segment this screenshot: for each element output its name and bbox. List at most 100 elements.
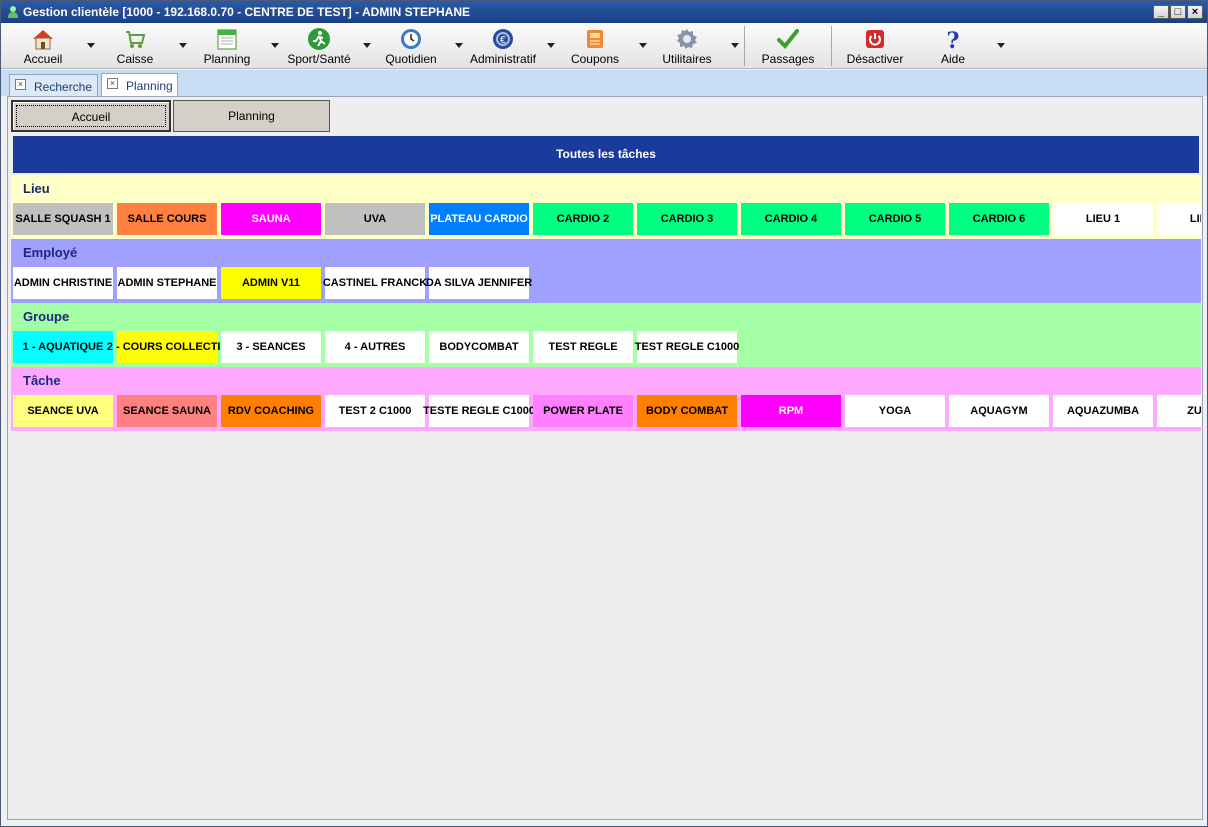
subtab-accueil[interactable]: Accueil xyxy=(11,100,171,132)
chip-uva[interactable]: UVA xyxy=(325,203,425,235)
section-tache: Tâche SEANCE UVA SEANCE SAUNA RDV COACHING… xyxy=(11,367,1201,431)
chip-aquazumba[interactable]: AQUAZUMBA xyxy=(1053,395,1153,427)
chip-yoga[interactable]: YOGA xyxy=(845,395,945,427)
chip-aquagym[interactable]: AQUAGYM xyxy=(949,395,1049,427)
chip-rpm[interactable]: RPM xyxy=(741,395,841,427)
coupons-dropdown-arrow[interactable] xyxy=(639,43,647,49)
section-title: Groupe xyxy=(23,309,70,324)
quotidien-dropdown-arrow[interactable] xyxy=(455,43,463,49)
toolbar-desactiver-button[interactable]: Désactiver xyxy=(836,23,914,69)
chip-zumba[interactable]: ZUMBA xyxy=(1157,395,1201,427)
chip-plateau-cardio[interactable]: PLATEAU CARDIO xyxy=(429,203,529,235)
subtab-label: Planning xyxy=(228,109,275,123)
chip-seance-uva[interactable]: SEANCE UVA xyxy=(13,395,113,427)
window-title: Gestion clientèle [1000 - 192.168.0.70 -… xyxy=(23,5,471,19)
toolbar-label: Aide xyxy=(940,52,966,66)
tab-planning[interactable]: × Planning xyxy=(101,73,178,97)
toolbar-coupons-button[interactable]: Coupons xyxy=(557,23,633,69)
chip-body-combat[interactable]: BODY COMBAT xyxy=(637,395,737,427)
section-title: Tâche xyxy=(23,373,61,388)
toolbar-label: Planning xyxy=(203,52,251,66)
aide-dropdown-arrow[interactable] xyxy=(997,43,1005,49)
utilitaires-dropdown-arrow[interactable] xyxy=(731,43,739,49)
chip-admin-v11[interactable]: ADMIN V11 xyxy=(221,267,321,299)
svg-text:€: € xyxy=(500,35,506,46)
coupon-icon xyxy=(587,30,603,48)
tab-recherche[interactable]: × Recherche xyxy=(9,74,98,96)
title-bar[interactable]: Gestion clientèle [1000 - 192.168.0.70 -… xyxy=(1,1,1207,23)
power-icon xyxy=(866,30,884,48)
chip-seance-sauna[interactable]: SEANCE SAUNA xyxy=(117,395,217,427)
toolbar-label: Sport/Santé xyxy=(287,52,351,66)
chip-admin-stephane[interactable]: ADMIN STEPHANE xyxy=(117,267,217,299)
document-tab-strip: × Recherche × Planning xyxy=(1,70,1207,97)
toolbar-planning-button[interactable]: Planning xyxy=(189,23,265,69)
chip-1-aquatique[interactable]: 1 - AQUATIQUE xyxy=(13,331,113,363)
chip-salle-squash-1[interactable]: SALLE SQUASH 1 xyxy=(13,203,113,235)
close-button[interactable]: × xyxy=(1187,5,1203,19)
chip-rdv-coaching[interactable]: RDV COACHING xyxy=(221,395,321,427)
sport-dropdown-arrow[interactable] xyxy=(363,43,371,49)
gear-icon xyxy=(677,29,697,49)
chip-test-regle[interactable]: TEST REGLE xyxy=(533,331,633,363)
toolbar-quotidien-button[interactable]: Quotidien xyxy=(373,23,449,69)
chip-cardio-6[interactable]: CARDIO 6 xyxy=(949,203,1049,235)
toolbar-label: Administratif xyxy=(469,52,537,66)
chip-2-cours-collectif[interactable]: 2 - COURS COLLECTIF xyxy=(107,331,227,363)
toolbar-sport-button[interactable]: Sport/Santé xyxy=(281,23,357,69)
toolbar-label: Coupons xyxy=(570,52,620,66)
toolbar-label: Accueil xyxy=(23,52,63,66)
accueil-dropdown-arrow[interactable] xyxy=(87,43,95,49)
section-title: Employé xyxy=(23,245,78,260)
caisse-dropdown-arrow[interactable] xyxy=(179,43,187,49)
main-toolbar: Accueil Caisse Planning Sport/Santé Quot… xyxy=(1,23,1207,69)
svg-text:?: ? xyxy=(947,28,960,51)
administratif-dropdown-arrow[interactable] xyxy=(547,43,555,49)
chip-test-2-c1000[interactable]: TEST 2 C1000 xyxy=(325,395,425,427)
chip-cardio-3[interactable]: CARDIO 3 xyxy=(637,203,737,235)
focus-outline xyxy=(16,105,166,127)
toolbar-passages-button[interactable]: Passages xyxy=(749,23,827,69)
tab-label: Recherche xyxy=(34,80,93,94)
toolbar-separator xyxy=(831,26,832,66)
chip-power-plate[interactable]: POWER PLATE xyxy=(533,395,633,427)
chip-test-regle-c1000[interactable]: TEST REGLE C1000 xyxy=(635,331,739,363)
section-lieu: Lieu SALLE SQUASH 1 SALLE COURS SAUNA UVA PL… xyxy=(11,175,1201,239)
help-icon: ? xyxy=(947,28,960,51)
chip-3-seances[interactable]: 3 - SEANCES xyxy=(221,331,321,363)
chip-castinel-franck[interactable]: CASTINEL FRANCK xyxy=(323,267,427,299)
clock-icon xyxy=(401,29,421,49)
chip-teste-regle-c1000[interactable]: TESTE REGLE C1000 xyxy=(423,395,535,427)
chip-lieu-1[interactable]: LIEU 1 xyxy=(1053,203,1153,235)
toolbar-caisse-button[interactable]: Caisse xyxy=(97,23,173,69)
planning-dropdown-arrow[interactable] xyxy=(271,43,279,49)
home-icon xyxy=(33,30,53,50)
chip-da-silva-jennifer[interactable]: DA SILVA JENNIFER xyxy=(426,267,532,299)
maximize-button[interactable]: □ xyxy=(1170,5,1186,19)
chip-sauna[interactable]: SAUNA xyxy=(221,203,321,235)
planning-pane: Accueil Planning Toutes les tâches Lieu … xyxy=(7,96,1203,820)
tab-label: Planning xyxy=(126,79,173,93)
chip-4-autres[interactable]: 4 - AUTRES xyxy=(325,331,425,363)
close-tab-icon[interactable]: × xyxy=(107,78,118,89)
toolbar-utilitaires-button[interactable]: Utilitaires xyxy=(649,23,725,69)
checkmark-icon xyxy=(777,29,799,49)
close-tab-icon[interactable]: × xyxy=(15,79,26,90)
section-employe: Employé ADMIN CHRISTINE ADMIN STEPHANE ADM… xyxy=(11,239,1201,303)
all-tasks-button[interactable]: Toutes les tâches xyxy=(13,136,1199,173)
toolbar-label: Quotidien xyxy=(385,52,437,66)
toolbar-aide-button[interactable]: ? Aide xyxy=(915,23,991,69)
chip-cardio-2[interactable]: CARDIO 2 xyxy=(533,203,633,235)
chip-cardio-4[interactable]: CARDIO 4 xyxy=(741,203,841,235)
minimize-button[interactable]: _ xyxy=(1153,5,1169,19)
chip-salle-cours[interactable]: SALLE COURS xyxy=(117,203,217,235)
chip-bodycombat[interactable]: BODYCOMBAT xyxy=(429,331,529,363)
chip-admin-christine[interactable]: ADMIN CHRISTINE xyxy=(13,267,113,299)
toolbar-administratif-button[interactable]: € Administratif xyxy=(465,23,541,69)
toolbar-label: Passages xyxy=(761,52,815,66)
subtab-planning[interactable]: Planning xyxy=(173,100,330,132)
chip-lieu-2[interactable]: LIEU 2 xyxy=(1157,203,1201,235)
toolbar-accueil-button[interactable]: Accueil xyxy=(5,23,81,69)
admin-icon: € xyxy=(493,29,513,49)
chip-cardio-5[interactable]: CARDIO 5 xyxy=(845,203,945,235)
